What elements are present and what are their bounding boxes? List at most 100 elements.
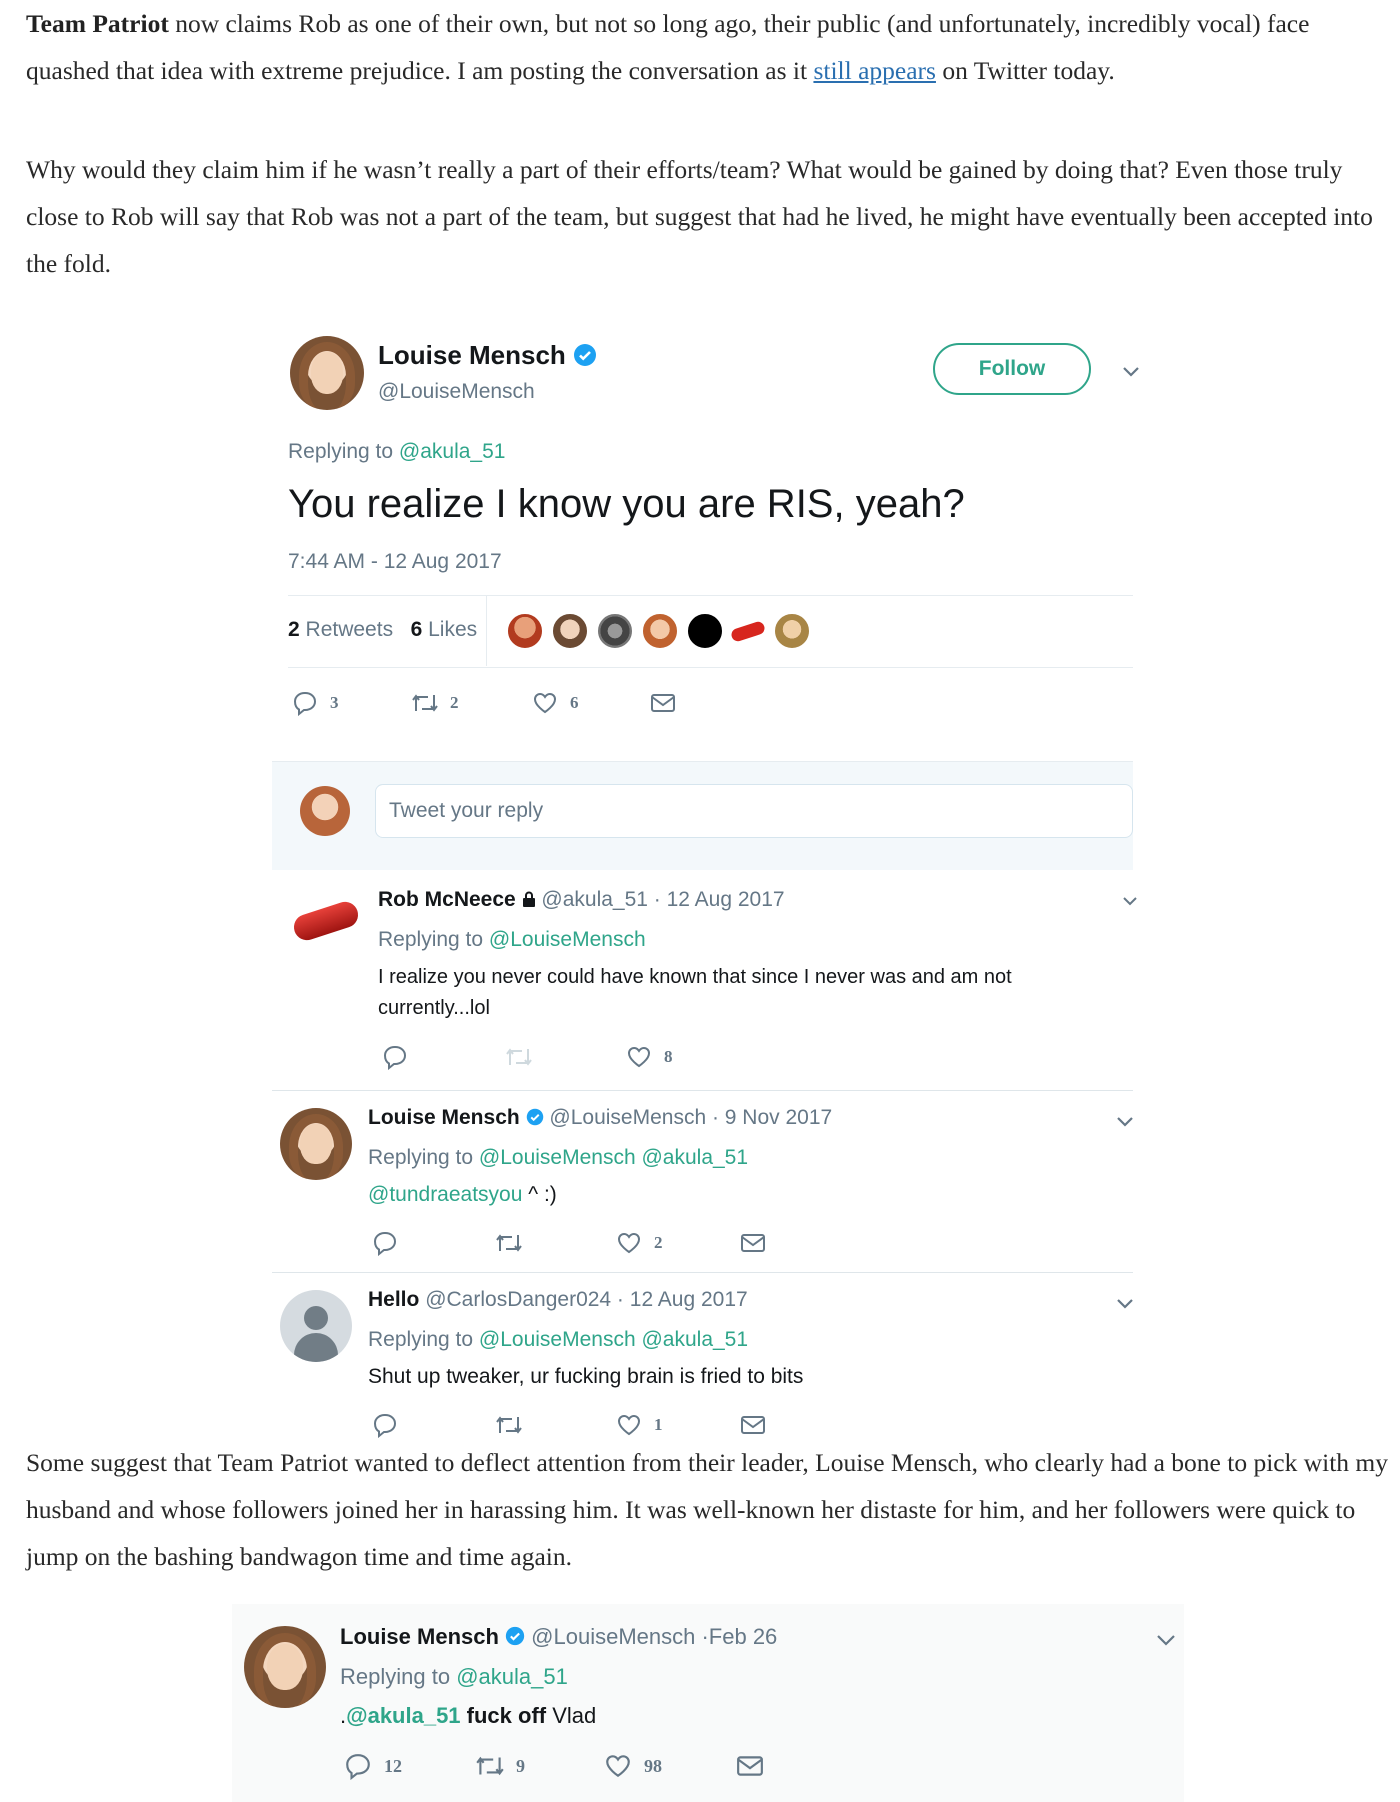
reply-icon: [346, 1754, 370, 1780]
reply-replying-to: Replying to @LouiseMensch: [378, 928, 646, 952]
dm-action[interactable]: [650, 692, 676, 714]
chevron-down-icon[interactable]: [1122, 366, 1140, 378]
dm-action[interactable]: [740, 1414, 766, 1436]
chevron-down-icon[interactable]: [1116, 1298, 1134, 1310]
reply-actions: 2: [372, 1230, 766, 1256]
envelope-icon: [737, 1756, 763, 1776]
like-count: 6: [570, 693, 579, 712]
retweet-icon: [412, 694, 438, 712]
rob-pill-avatar-icon[interactable]: [290, 898, 362, 944]
louise-mensch-avatar[interactable]: [280, 1108, 352, 1180]
reply-action[interactable]: 3: [292, 690, 410, 716]
replying-to-link[interactable]: @LouiseMensch @akula_51: [479, 1328, 748, 1351]
replying-to-link[interactable]: @akula_51: [456, 1664, 568, 1689]
tweet-handle-date[interactable]: @LouiseMensch ·Feb 26: [531, 1624, 777, 1649]
divider: [288, 667, 1133, 668]
retweet-action-disabled: [504, 1045, 626, 1069]
heart-icon: [627, 1046, 651, 1068]
dm-action[interactable]: [740, 1232, 766, 1254]
default-avatar-body: [294, 1333, 338, 1362]
likes-stat[interactable]: 6 Likes: [411, 618, 478, 641]
like-action[interactable]: 1: [616, 1413, 740, 1437]
reply-icon: [373, 1413, 397, 1438]
replying-prefix: Replying to: [288, 440, 399, 463]
heart-icon: [617, 1414, 641, 1436]
default-avatar-icon[interactable]: [280, 1290, 352, 1362]
like-action[interactable]: 8: [626, 1045, 673, 1069]
reply-handle-date[interactable]: @akula_51 · 12 Aug 2017: [541, 888, 784, 911]
divider: [272, 1090, 1133, 1091]
article-paragraph-1: Team Patriot now claims Rob as one of th…: [26, 0, 1396, 94]
reply-action[interactable]: 12: [344, 1752, 474, 1780]
replying-prefix: Replying to: [368, 1146, 479, 1169]
tweet-replying-to: Replying to @akula_51: [340, 1664, 568, 1690]
reply-header: Hello @CarlosDanger024 · 12 Aug 2017: [368, 1288, 748, 1312]
reply-author-name[interactable]: Louise Mensch: [368, 1106, 520, 1129]
verified-badge-icon: [526, 1108, 543, 1126]
reply-action[interactable]: [382, 1044, 504, 1070]
retweet-count: 2: [450, 693, 459, 712]
paragraph-text: now claims Rob as one of their own, but …: [26, 9, 1310, 85]
mention-link[interactable]: @akula_51: [346, 1703, 460, 1728]
reply-action[interactable]: [372, 1230, 494, 1256]
tweet-author-name[interactable]: Louise Mensch: [378, 340, 597, 371]
reply-text: @tundraeatsyou ^ :): [368, 1183, 557, 1207]
avatar-face: [266, 1644, 304, 1690]
liker-avatar[interactable]: [641, 612, 679, 650]
reply-action[interactable]: [372, 1412, 494, 1438]
avatar-face: [300, 1123, 332, 1165]
reply-input[interactable]: Tweet your reply: [375, 784, 1133, 838]
chevron-down-icon[interactable]: [1156, 1634, 1176, 1647]
mention-link[interactable]: @tundraeatsyou: [368, 1183, 522, 1206]
reply-replying-to: Replying to @LouiseMensch @akula_51: [368, 1328, 748, 1352]
second-tweet-actions: 12 9 98: [344, 1752, 764, 1780]
tweet-author-name[interactable]: Louise Mensch: [340, 1624, 499, 1649]
envelope-icon: [741, 1234, 765, 1252]
tweet-timestamp[interactable]: 7:44 AM - 12 Aug 2017: [288, 550, 502, 574]
louise-mensch-avatar[interactable]: [244, 1626, 326, 1708]
envelope-icon: [741, 1416, 765, 1434]
retweets-label: Retweets: [305, 618, 394, 641]
like-action[interactable]: 6: [532, 691, 650, 715]
like-action[interactable]: 2: [616, 1231, 740, 1255]
still-appears-link[interactable]: still appears: [813, 56, 936, 85]
envelope-icon: [651, 694, 675, 712]
reply-header: Rob McNeece @akula_51 · 12 Aug 2017: [378, 888, 785, 912]
reply-replying-to: Replying to @LouiseMensch @akula_51: [368, 1146, 748, 1170]
replying-to-link[interactable]: @LouiseMensch: [489, 928, 646, 951]
pill-avatar-icon[interactable]: [729, 620, 767, 643]
chevron-down-icon[interactable]: [1122, 896, 1138, 907]
replying-to-link[interactable]: @LouiseMensch @akula_51: [479, 1146, 748, 1169]
retweet-action[interactable]: [494, 1413, 616, 1437]
replying-to-link[interactable]: @akula_51: [399, 440, 506, 463]
liker-avatar[interactable]: [773, 612, 811, 650]
retweet-action[interactable]: 2: [410, 691, 532, 715]
liker-avatar[interactable]: [596, 612, 634, 650]
liker-avatar[interactable]: [686, 612, 724, 650]
reply-text-rest: ^ :): [522, 1183, 557, 1206]
like-action[interactable]: 98: [604, 1753, 736, 1779]
reply-author-name[interactable]: Rob McNeece: [378, 888, 516, 911]
tweet-author-handle[interactable]: @LouiseMensch: [378, 380, 535, 404]
reply-handle-date[interactable]: @LouiseMensch · 9 Nov 2017: [549, 1106, 832, 1129]
liker-avatar[interactable]: [551, 612, 589, 650]
divider: [272, 1272, 1133, 1273]
paragraph-text: on Twitter today.: [935, 56, 1115, 85]
tweet-text: You realize I know you are RIS, yeah?: [288, 482, 965, 526]
reply-author-name[interactable]: Hello: [368, 1288, 419, 1311]
chevron-down-icon[interactable]: [1116, 1116, 1134, 1128]
verified-badge-icon: [505, 1626, 525, 1646]
tweet-text: .@akula_51 fuck off Vlad: [340, 1703, 596, 1729]
louise-mensch-avatar[interactable]: [290, 336, 364, 410]
stats-vertical-divider: [486, 596, 487, 666]
dm-action[interactable]: [736, 1754, 764, 1778]
follow-button[interactable]: Follow: [933, 343, 1091, 395]
tweet-header: Louise Mensch @LouiseMensch ·Feb 26: [340, 1624, 777, 1650]
retweet-action[interactable]: [494, 1231, 616, 1255]
reply-handle-date[interactable]: @CarlosDanger024 · 12 Aug 2017: [425, 1288, 748, 1311]
reply-text: I realize you never could have known tha…: [378, 966, 1012, 1019]
retweets-stat[interactable]: 2 Retweets: [288, 618, 393, 641]
retweet-icon: [506, 1048, 532, 1066]
retweet-action[interactable]: 9: [474, 1753, 604, 1779]
liker-avatar[interactable]: [506, 612, 544, 650]
